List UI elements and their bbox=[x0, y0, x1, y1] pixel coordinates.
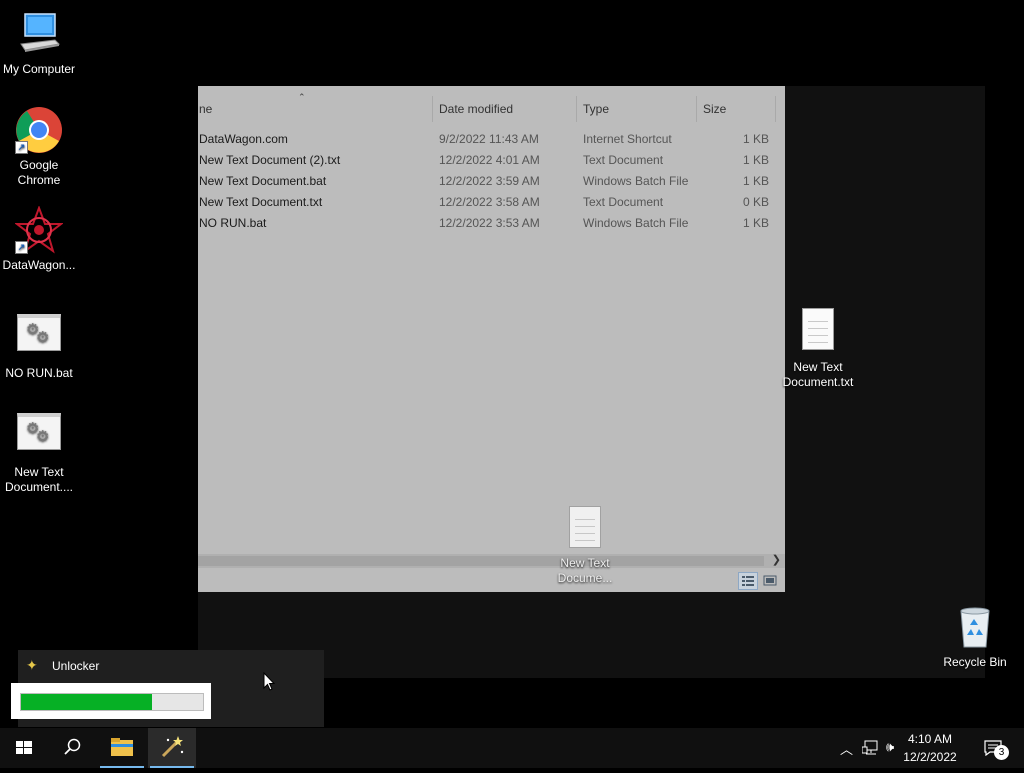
file-row[interactable]: NO RUN.bat 12/2/2022 3:53 AM Windows Bat… bbox=[198, 212, 785, 233]
chrome-icon: ↗ bbox=[15, 106, 63, 154]
file-row[interactable]: New Text Document (2).txt 12/2/2022 4:01… bbox=[198, 149, 785, 170]
file-name: DataWagon.com bbox=[199, 132, 288, 146]
file-date: 12/2/2022 3:53 AM bbox=[439, 216, 540, 230]
column-divider[interactable] bbox=[576, 96, 577, 122]
show-hidden-icons-chevron-icon[interactable]: ︿ bbox=[840, 739, 853, 758]
magic-wand-icon bbox=[161, 736, 184, 758]
file-name: New Text Document.bat bbox=[199, 174, 327, 188]
folder-icon bbox=[111, 738, 133, 756]
clock-date[interactable]: 12/2/2022 bbox=[895, 750, 965, 764]
large-icons-view-icon[interactable] bbox=[760, 572, 780, 590]
details-view-icon[interactable] bbox=[738, 572, 758, 590]
search-button[interactable] bbox=[48, 728, 96, 768]
dragged-file-icon[interactable]: New Text Docume... bbox=[546, 504, 624, 586]
desktop-icon-label: NO RUN.bat bbox=[5, 366, 73, 380]
file-explorer-window[interactable]: ⌃ ne Date modified Type Size DataWagon.c… bbox=[198, 86, 785, 592]
clock-time[interactable]: 4:10 AM bbox=[900, 732, 960, 746]
column-divider[interactable] bbox=[696, 96, 697, 122]
horizontal-scrollbar[interactable]: ❯ bbox=[198, 554, 785, 568]
progress-fill bbox=[21, 694, 153, 710]
desktop-icon-label: Recycle Bin bbox=[943, 655, 1007, 669]
column-divider[interactable] bbox=[775, 96, 776, 122]
volume-icon[interactable]: 🕪 bbox=[886, 739, 894, 755]
notification-count-badge: 3 bbox=[994, 745, 1009, 760]
column-header-date-modified[interactable]: Date modified bbox=[439, 102, 513, 116]
column-divider[interactable] bbox=[432, 96, 433, 122]
desktop-icon-my-computer[interactable]: My Computer bbox=[0, 10, 78, 77]
network-icon[interactable] bbox=[862, 740, 880, 756]
shortcut-arrow-icon: ↗ bbox=[15, 141, 28, 154]
file-date: 9/2/2022 11:43 AM bbox=[439, 132, 539, 146]
progress-bar bbox=[20, 693, 204, 711]
desktop-icon-label: Google Chrome bbox=[17, 158, 61, 187]
file-size: 1 KB bbox=[742, 132, 769, 146]
taskbar: ︿ 🕪 4:10 AM 12/2/2022 3 bbox=[0, 728, 1024, 768]
scrollbar-thumb[interactable] bbox=[198, 556, 764, 566]
file-date: 12/2/2022 3:58 AM bbox=[439, 195, 540, 209]
file-row[interactable]: New Text Document.txt 12/2/2022 3:58 AM … bbox=[198, 191, 785, 212]
magic-wand-icon: ✦ bbox=[26, 657, 38, 673]
desktop-icon-new-text-document-txt[interactable]: New Text Document.txt bbox=[779, 306, 857, 390]
file-type: Internet Shortcut bbox=[583, 132, 672, 146]
batch-file-icon: ⚙ ⚙ bbox=[15, 413, 63, 461]
desktop-icon-recycle-bin[interactable]: Recycle Bin bbox=[936, 603, 1014, 670]
file-size: 1 KB bbox=[742, 153, 769, 167]
text-document-icon bbox=[794, 308, 842, 356]
file-date: 12/2/2022 4:01 AM bbox=[439, 153, 540, 167]
sort-ascending-icon[interactable]: ⌃ bbox=[298, 92, 306, 103]
desktop-icon-google-chrome[interactable]: ↗ Google Chrome bbox=[0, 106, 78, 188]
start-button[interactable] bbox=[0, 728, 48, 768]
desktop-icon-datawagon[interactable]: ↗ DataWagon... bbox=[0, 205, 78, 273]
file-type: Windows Batch File bbox=[583, 216, 689, 230]
file-type: Text Document bbox=[583, 153, 664, 167]
batch-file-icon: ⚙ ⚙ bbox=[15, 314, 63, 362]
file-name: New Text Document (2).txt bbox=[199, 153, 341, 167]
file-size: 0 KB bbox=[742, 195, 769, 209]
file-name: NO RUN.bat bbox=[199, 216, 267, 230]
computer-icon bbox=[15, 10, 63, 58]
desktop-icon-no-run-bat[interactable]: ⚙ ⚙ NO RUN.bat bbox=[0, 306, 78, 381]
column-header-size[interactable]: Size bbox=[703, 102, 726, 116]
scroll-right-arrow-icon[interactable]: ❯ bbox=[772, 553, 781, 566]
file-type: Text Document bbox=[583, 195, 664, 209]
desktop-icon-label: New Text Document.txt bbox=[782, 360, 854, 389]
shortcut-arrow-icon: ↗ bbox=[15, 241, 28, 254]
mouse-cursor-icon bbox=[263, 672, 275, 691]
desktop-icon-new-text-document-bat[interactable]: ⚙ ⚙ New Text Document.... bbox=[0, 405, 78, 495]
recycle-bin-icon bbox=[951, 603, 999, 651]
file-type: Windows Batch File bbox=[583, 174, 689, 188]
file-size: 1 KB bbox=[742, 216, 769, 230]
file-row[interactable]: New Text Document.bat 12/2/2022 3:59 AM … bbox=[198, 170, 785, 191]
file-date: 12/2/2022 3:59 AM bbox=[439, 174, 540, 188]
unlocker-window-title: Unlocker bbox=[52, 659, 100, 673]
desktop-icon-label: My Computer bbox=[2, 62, 76, 76]
file-explorer-taskbar-button[interactable] bbox=[98, 728, 146, 768]
dragged-file-label: New Text Docume... bbox=[557, 556, 613, 585]
windows-logo-icon bbox=[16, 741, 32, 754]
desktop-icon-label: DataWagon... bbox=[2, 258, 76, 272]
desktop-icon-label: New Text Document.... bbox=[4, 465, 74, 494]
file-size: 1 KB bbox=[742, 174, 769, 188]
column-header-type[interactable]: Type bbox=[583, 102, 609, 116]
text-document-icon bbox=[561, 506, 609, 552]
file-row[interactable]: DataWagon.com 9/2/2022 11:43 AM Internet… bbox=[198, 128, 785, 149]
column-header-name[interactable]: ne bbox=[199, 102, 212, 116]
unlocker-taskbar-button[interactable] bbox=[148, 728, 196, 768]
file-name: New Text Document.txt bbox=[199, 195, 323, 209]
unlocker-preview-window[interactable] bbox=[11, 683, 211, 719]
datawagon-icon: ↗ bbox=[14, 205, 64, 254]
search-icon bbox=[64, 738, 81, 755]
